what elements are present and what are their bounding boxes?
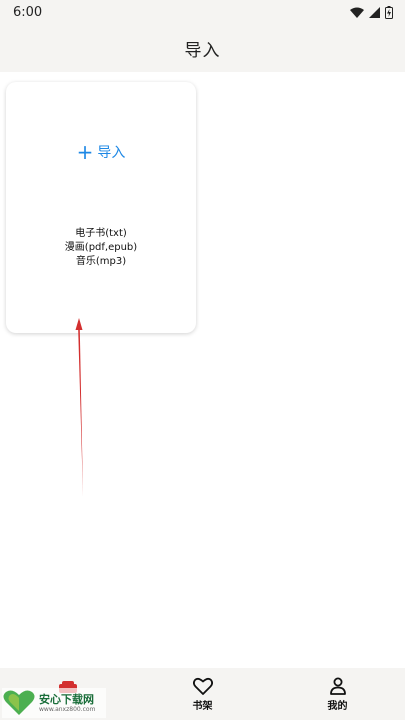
page-title: 导入: [184, 40, 221, 61]
wifi-icon: [350, 7, 364, 18]
signal-icon: [369, 6, 380, 18]
watermark: 安心下载网 www.anxz800.com: [2, 688, 106, 718]
battery-icon: [385, 5, 393, 19]
format-music: 音乐(mp3): [75, 256, 127, 267]
status-icons: [350, 5, 393, 19]
watermark-logo-icon: [3, 690, 35, 715]
import-label: 导入: [97, 145, 126, 161]
nav-item-shelf[interactable]: 书架: [135, 668, 270, 720]
nav-item-mine[interactable]: 我的: [270, 668, 405, 720]
nav-label-shelf: 书架: [192, 700, 213, 712]
watermark-text: 安心下载网: [39, 692, 94, 706]
format-ebook: 电子书(txt): [75, 228, 127, 239]
import-button[interactable]: + 导入: [6, 142, 196, 162]
plus-icon: +: [76, 140, 94, 164]
supported-formats: 电子书(txt) 漫画(pdf,epub) 音乐(mp3): [6, 227, 196, 269]
status-time: 6:00: [13, 4, 43, 20]
import-card[interactable]: + 导入 电子书(txt) 漫画(pdf,epub) 音乐(mp3): [6, 82, 196, 333]
status-bar: 6:00: [0, 0, 405, 24]
format-comic: 漫画(pdf,epub): [64, 242, 138, 253]
person-icon: [329, 677, 346, 695]
watermark-url: www.anxz800.com: [39, 705, 96, 713]
nav-label-mine: 我的: [327, 700, 348, 712]
heart-icon: [192, 677, 213, 695]
app-bar: 导入: [0, 24, 405, 72]
